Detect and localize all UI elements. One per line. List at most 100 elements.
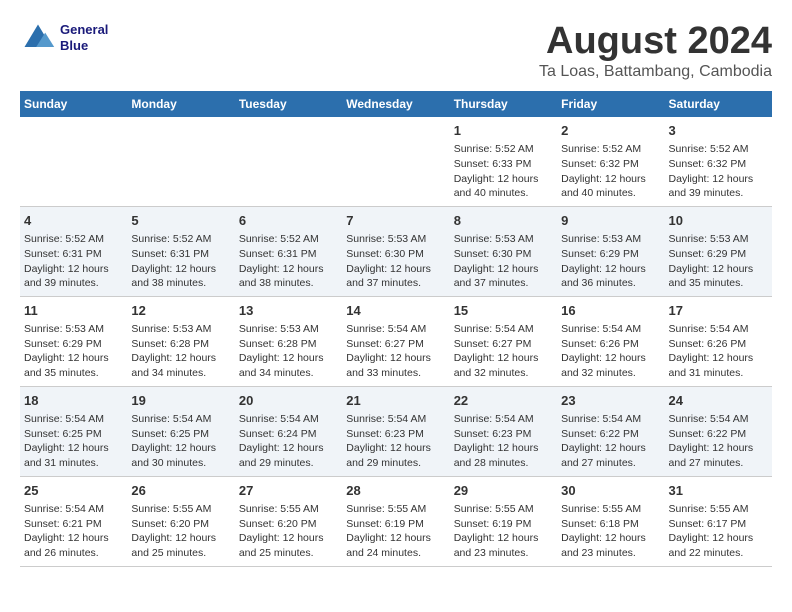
calendar-cell (342, 117, 449, 206)
day-number: 4 (24, 212, 123, 230)
header-day-monday: Monday (127, 91, 234, 117)
calendar-cell: 2Sunrise: 5:52 AM Sunset: 6:32 PM Daylig… (557, 117, 664, 206)
day-content: Sunrise: 5:54 AM Sunset: 6:26 PM Dayligh… (561, 322, 660, 381)
calendar-cell: 29 Sunrise: 5:55 AM Sunset: 6:19 PM Dayli… (450, 476, 557, 566)
calendar-cell: 17 Sunrise: 5:54 AM Sunset: 6:26 PM Dayli… (665, 296, 772, 386)
calendar-cell (20, 117, 127, 206)
day-number: 23 (561, 392, 660, 410)
day-content: Sunrise: 5:55 AM Sunset: 6:19 PM Dayligh… (346, 502, 445, 561)
title-section: August 2024 Ta Loas, Battambang, Cambodi… (539, 20, 772, 81)
header-day-tuesday: Tuesday (235, 91, 342, 117)
logo-icon (20, 20, 56, 56)
calendar-cell (235, 117, 342, 206)
day-number: 16 (561, 302, 660, 320)
calendar-row: 25Sunrise: 5:54 AM Sunset: 6:21 PM Dayli… (20, 476, 772, 566)
calendar-cell: 24 Sunrise: 5:54 AM Sunset: 6:22 PM Dayli… (665, 386, 772, 476)
day-number: 18 (24, 392, 123, 410)
day-number: 31 (669, 482, 768, 500)
day-number: 12 (131, 302, 230, 320)
calendar-cell: 4 Sunrise: 5:52 AM Sunset: 6:31 PM Daylig… (20, 206, 127, 296)
calendar-cell: 30Sunrise: 5:55 AM Sunset: 6:18 PM Dayli… (557, 476, 664, 566)
day-number: 22 (454, 392, 553, 410)
day-number: 6 (239, 212, 338, 230)
calendar-cell: 9Sunrise: 5:53 AM Sunset: 6:29 PM Daylig… (557, 206, 664, 296)
day-number: 29 (454, 482, 553, 500)
subtitle: Ta Loas, Battambang, Cambodia (539, 63, 772, 81)
calendar-cell: 10Sunrise: 5:53 AM Sunset: 6:29 PM Dayli… (665, 206, 772, 296)
calendar-cell: 5 Sunrise: 5:52 AM Sunset: 6:31 PM Daylig… (127, 206, 234, 296)
day-content: Sunrise: 5:53 AM Sunset: 6:29 PM Dayligh… (561, 232, 660, 291)
calendar-cell: 11Sunrise: 5:53 AM Sunset: 6:29 PM Dayli… (20, 296, 127, 386)
calendar-cell: 16 Sunrise: 5:54 AM Sunset: 6:26 PM Dayli… (557, 296, 664, 386)
calendar-cell: 3 Sunrise: 5:52 AM Sunset: 6:32 PM Daylig… (665, 117, 772, 206)
day-number: 27 (239, 482, 338, 500)
calendar-cell: 25Sunrise: 5:54 AM Sunset: 6:21 PM Dayli… (20, 476, 127, 566)
day-number: 3 (669, 122, 768, 140)
day-content: Sunrise: 5:55 AM Sunset: 6:20 PM Dayligh… (131, 502, 230, 561)
calendar-cell: 6Sunrise: 5:52 AM Sunset: 6:31 PM Daylig… (235, 206, 342, 296)
calendar-cell: 28 Sunrise: 5:55 AM Sunset: 6:19 PM Dayli… (342, 476, 449, 566)
day-number: 13 (239, 302, 338, 320)
day-number: 28 (346, 482, 445, 500)
header-day-sunday: Sunday (20, 91, 127, 117)
day-number: 17 (669, 302, 768, 320)
logo-text: General Blue (60, 22, 108, 53)
day-number: 10 (669, 212, 768, 230)
calendar-cell: 22 Sunrise: 5:54 AM Sunset: 6:23 PM Dayli… (450, 386, 557, 476)
calendar-cell: 19 Sunrise: 5:54 AM Sunset: 6:25 PM Dayli… (127, 386, 234, 476)
header-day-friday: Friday (557, 91, 664, 117)
day-number: 5 (131, 212, 230, 230)
day-number: 19 (131, 392, 230, 410)
calendar-row: 11Sunrise: 5:53 AM Sunset: 6:29 PM Dayli… (20, 296, 772, 386)
header-day-thursday: Thursday (450, 91, 557, 117)
day-content: Sunrise: 5:53 AM Sunset: 6:28 PM Dayligh… (239, 322, 338, 381)
main-title: August 2024 (539, 20, 772, 63)
day-content: Sunrise: 5:55 AM Sunset: 6:17 PM Dayligh… (669, 502, 768, 561)
day-number: 24 (669, 392, 768, 410)
day-content: Sunrise: 5:54 AM Sunset: 6:25 PM Dayligh… (131, 412, 230, 471)
day-content: Sunrise: 5:53 AM Sunset: 6:29 PM Dayligh… (24, 322, 123, 381)
calendar-cell: 31 Sunrise: 5:55 AM Sunset: 6:17 PM Dayli… (665, 476, 772, 566)
calendar-cell: 14 Sunrise: 5:54 AM Sunset: 6:27 PM Dayli… (342, 296, 449, 386)
day-content: Sunrise: 5:53 AM Sunset: 6:30 PM Dayligh… (454, 232, 553, 291)
day-number: 14 (346, 302, 445, 320)
day-number: 20 (239, 392, 338, 410)
day-content: Sunrise: 5:54 AM Sunset: 6:27 PM Dayligh… (346, 322, 445, 381)
day-content: Sunrise: 5:54 AM Sunset: 6:21 PM Dayligh… (24, 502, 123, 561)
day-content: Sunrise: 5:54 AM Sunset: 6:23 PM Dayligh… (454, 412, 553, 471)
logo-line1: General (60, 22, 108, 38)
logo: General Blue (20, 20, 108, 56)
day-content: Sunrise: 5:55 AM Sunset: 6:19 PM Dayligh… (454, 502, 553, 561)
day-number: 26 (131, 482, 230, 500)
day-number: 1 (454, 122, 553, 140)
day-content: Sunrise: 5:54 AM Sunset: 6:27 PM Dayligh… (454, 322, 553, 381)
calendar-cell: 1Sunrise: 5:52 AM Sunset: 6:33 PM Daylig… (450, 117, 557, 206)
calendar-cell (127, 117, 234, 206)
header-day-saturday: Saturday (665, 91, 772, 117)
day-number: 2 (561, 122, 660, 140)
day-content: Sunrise: 5:52 AM Sunset: 6:31 PM Dayligh… (24, 232, 123, 291)
calendar-cell: 23Sunrise: 5:54 AM Sunset: 6:22 PM Dayli… (557, 386, 664, 476)
calendar-cell: 21Sunrise: 5:54 AM Sunset: 6:23 PM Dayli… (342, 386, 449, 476)
day-content: Sunrise: 5:54 AM Sunset: 6:22 PM Dayligh… (669, 412, 768, 471)
calendar-body: 1Sunrise: 5:52 AM Sunset: 6:33 PM Daylig… (20, 117, 772, 566)
logo-line2: Blue (60, 38, 108, 54)
day-number: 21 (346, 392, 445, 410)
day-content: Sunrise: 5:52 AM Sunset: 6:32 PM Dayligh… (669, 142, 768, 201)
header: General Blue August 2024 Ta Loas, Battam… (20, 20, 772, 81)
day-number: 8 (454, 212, 553, 230)
day-number: 15 (454, 302, 553, 320)
calendar-row: 1Sunrise: 5:52 AM Sunset: 6:33 PM Daylig… (20, 117, 772, 206)
calendar-cell: 18Sunrise: 5:54 AM Sunset: 6:25 PM Dayli… (20, 386, 127, 476)
calendar-cell: 8 Sunrise: 5:53 AM Sunset: 6:30 PM Daylig… (450, 206, 557, 296)
day-content: Sunrise: 5:55 AM Sunset: 6:20 PM Dayligh… (239, 502, 338, 561)
calendar-cell: 13 Sunrise: 5:53 AM Sunset: 6:28 PM Dayli… (235, 296, 342, 386)
day-content: Sunrise: 5:54 AM Sunset: 6:24 PM Dayligh… (239, 412, 338, 471)
day-content: Sunrise: 5:52 AM Sunset: 6:31 PM Dayligh… (131, 232, 230, 291)
calendar-cell: 15 Sunrise: 5:54 AM Sunset: 6:27 PM Dayli… (450, 296, 557, 386)
day-content: Sunrise: 5:55 AM Sunset: 6:18 PM Dayligh… (561, 502, 660, 561)
day-content: Sunrise: 5:53 AM Sunset: 6:28 PM Dayligh… (131, 322, 230, 381)
calendar-cell: 7Sunrise: 5:53 AM Sunset: 6:30 PM Daylig… (342, 206, 449, 296)
calendar-table: SundayMondayTuesdayWednesdayThursdayFrid… (20, 91, 772, 567)
day-content: Sunrise: 5:54 AM Sunset: 6:26 PM Dayligh… (669, 322, 768, 381)
